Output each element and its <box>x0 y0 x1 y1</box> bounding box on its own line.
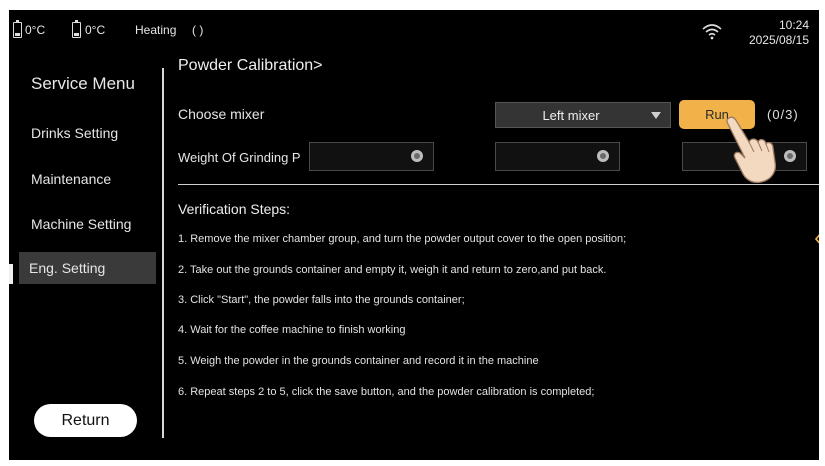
sidebar-title: Service Menu <box>31 74 135 93</box>
sidebar-item-maintenance[interactable]: Maintenance <box>31 171 111 187</box>
steps-title: Verification Steps: <box>178 201 291 217</box>
sidebar-item-drinks-setting[interactable]: Drinks Setting <box>31 125 118 141</box>
weight-field-1[interactable] <box>309 142 434 171</box>
section-divider <box>178 184 819 185</box>
sidebar-item-eng-setting[interactable]: Eng. Setting <box>19 252 156 284</box>
sidebar: Service Menu Drinks Setting Maintenance … <box>9 54 157 460</box>
step-item: 3. Click "Start", the powder falls into … <box>178 294 465 306</box>
weight-label: Weight Of Grinding P <box>178 150 301 165</box>
mixer-select-value: Left mixer <box>542 108 600 123</box>
sidebar-item-machine-setting[interactable]: Machine Setting <box>31 216 131 232</box>
wifi-icon <box>702 24 722 40</box>
battery-icon <box>72 20 81 38</box>
service-screen: 0°C 0°C Heating ( ) 10:24 2025/08/15 Ser… <box>9 10 819 460</box>
active-item-marker <box>9 264 13 284</box>
battery-icon <box>13 20 22 38</box>
date-text: 2025/08/15 <box>748 33 809 47</box>
keypad-icon <box>411 150 423 162</box>
temperature-2: 0°C <box>85 23 106 37</box>
page-title: Powder Calibration> <box>178 57 323 74</box>
step-item: 6. Repeat steps 2 to 5, click the save b… <box>178 386 595 398</box>
time-text: 10:24 <box>778 18 809 32</box>
chevron-left-icon[interactable] <box>815 231 819 247</box>
temperature-1: 0°C <box>25 23 46 37</box>
choose-mixer-label: Choose mixer <box>178 106 265 122</box>
status-bar: 0°C 0°C Heating ( ) 10:24 2025/08/15 <box>9 10 819 54</box>
step-item: 2. Take out the grounds container and em… <box>178 264 607 276</box>
sidebar-divider <box>162 68 164 438</box>
weight-field-2[interactable] <box>495 142 620 171</box>
heating-spinner-icon: ( ) <box>192 23 204 37</box>
return-button[interactable]: Return <box>34 404 137 437</box>
step-item: 4. Wait for the coffee machine to finish… <box>178 324 406 336</box>
mixer-select[interactable]: Left mixer <box>495 102 671 128</box>
heating-status: Heating <box>135 23 177 37</box>
step-item: 1. Remove the mixer chamber group, and t… <box>178 233 627 245</box>
clock: 10:24 2025/08/15 <box>749 18 809 48</box>
chevron-down-icon <box>651 112 661 119</box>
step-item: 5. Weigh the powder in the grounds conta… <box>178 355 539 367</box>
pointing-hand-icon <box>726 116 777 184</box>
keypad-icon <box>597 150 609 162</box>
